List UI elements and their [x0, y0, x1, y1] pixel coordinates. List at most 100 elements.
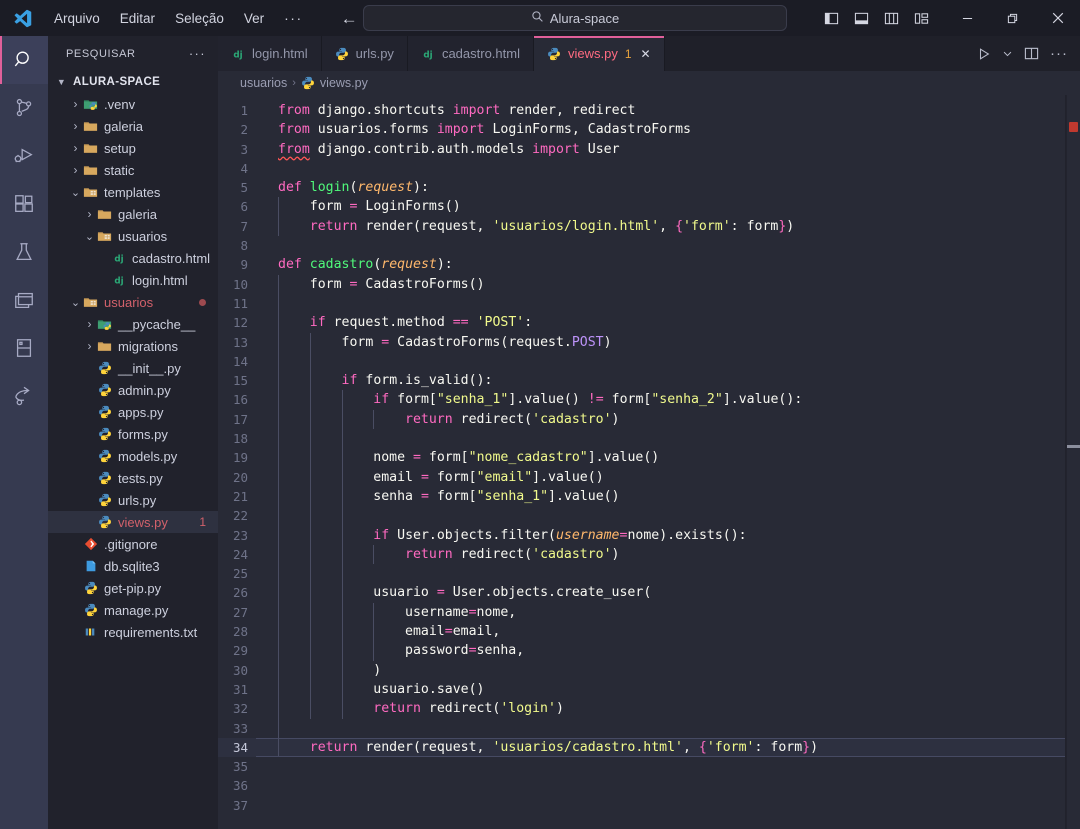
tab-urls-py[interactable]: urls.py [321, 36, 408, 71]
chevron-right-icon[interactable]: › [83, 317, 96, 331]
maximize-button[interactable] [990, 0, 1035, 36]
breadcrumb[interactable]: usuarios › views.py [218, 71, 1080, 95]
tab-views-py[interactable]: views.py 1 ✕ [533, 36, 665, 71]
chevron-down-icon[interactable]: ⌄ [83, 230, 96, 243]
code-line[interactable]: 36 [218, 776, 1080, 795]
command-center-search[interactable]: Alura-space [363, 5, 787, 31]
activity-source-control[interactable] [0, 84, 48, 132]
tree-item-migrations[interactable]: › migrations [48, 335, 218, 357]
tab-close-icon[interactable]: ✕ [641, 48, 651, 60]
chevron-right-icon[interactable]: › [83, 339, 96, 353]
file-tree[interactable]: ▼ ALURA-SPACE › .venv › galeria › setup › stati… [48, 71, 218, 829]
ellipsis-icon[interactable]: ··· [1050, 46, 1068, 61]
menu-overflow-icon[interactable]: ··· [274, 8, 313, 28]
code-line[interactable]: 15 if form.is_valid(): [218, 371, 1080, 391]
tree-item-get-pip-py[interactable]: › get-pip.py [48, 577, 218, 599]
tree-item-manage-py[interactable]: › manage.py [48, 599, 218, 621]
tree-item-templates[interactable]: ⌄ templates [48, 181, 218, 203]
tree-item-apps-py[interactable]: › apps.py [48, 401, 218, 423]
toggle-secondary-sidebar-icon[interactable] [881, 8, 901, 28]
code-line[interactable]: 32 return redirect('login') [218, 699, 1080, 719]
chevron-right-icon[interactable]: › [83, 207, 96, 221]
tree-item-views-py[interactable]: › views.py1 [48, 511, 218, 533]
activity-database[interactable] [0, 324, 48, 372]
code-line[interactable]: 18 [218, 429, 1080, 449]
back-arrow-icon[interactable]: ← [341, 10, 358, 27]
code-line[interactable]: 14 [218, 351, 1080, 372]
chevron-right-icon[interactable]: › [69, 141, 82, 155]
close-button[interactable] [1035, 0, 1080, 36]
minimize-button[interactable] [945, 0, 990, 36]
toggle-primary-sidebar-icon[interactable] [821, 8, 841, 28]
tab-bar[interactable]: dj login.html urls.py dj cadastro.html view… [218, 36, 1080, 71]
activity-testing[interactable] [0, 228, 48, 276]
code-line[interactable]: 12 if request.method == 'POST': [218, 313, 1080, 333]
code-line[interactable]: 24 return redirect('cadastro') [218, 544, 1080, 565]
code-line[interactable]: 26 usuario = User.objects.create_user( [218, 583, 1080, 603]
code-line[interactable]: 28 email=email, [218, 622, 1080, 642]
code-line[interactable]: 3 from django.contrib.auth.models import … [218, 140, 1080, 159]
code-line[interactable]: 11 [218, 293, 1080, 314]
menu-arquivo[interactable]: Arquivo [44, 7, 110, 30]
breadcrumb-usuarios[interactable]: usuarios [240, 76, 287, 90]
menu-editar[interactable]: Editar [110, 7, 165, 30]
code-editor[interactable]: 1 from django.shortcuts import render, re… [218, 95, 1080, 829]
tree-root-alura-space[interactable]: ▼ ALURA-SPACE [48, 71, 218, 93]
code-line[interactable]: 1 from django.shortcuts import render, re… [218, 101, 1080, 120]
code-line[interactable]: 27 username=nome, [218, 602, 1080, 623]
code-line[interactable]: 8 [218, 236, 1080, 255]
tree-item-static[interactable]: › static [48, 159, 218, 181]
tree-item-cadastro-html[interactable]: ›djcadastro.html [48, 247, 218, 269]
code-line[interactable]: 34 return render(request, 'usuarios/cada… [218, 737, 1080, 758]
tree-item-db-sqlite3[interactable]: ›db.sqlite3 [48, 555, 218, 577]
chevron-down-icon[interactable] [1002, 48, 1013, 59]
tree-item-galeria[interactable]: › galeria [48, 203, 218, 225]
code-line[interactable]: 10 form = CadastroForms() [218, 274, 1080, 294]
tree-item-models-py[interactable]: › models.py [48, 445, 218, 467]
code-line[interactable]: 9 def cadastro(request): [218, 255, 1080, 274]
tree-item-urls-py[interactable]: › urls.py [48, 489, 218, 511]
code-line[interactable]: 22 [218, 506, 1080, 526]
code-line[interactable]: 17 return redirect('cadastro') [218, 409, 1080, 430]
code-line[interactable]: 33 [218, 718, 1080, 738]
code-line[interactable]: 20 email = form["email"].value() [218, 467, 1080, 487]
tree-item-login-html[interactable]: ›djlogin.html [48, 269, 218, 291]
code-line[interactable]: 19 nome = form["nome_cadastro"].value() [218, 448, 1080, 468]
code-line[interactable]: 5 def login(request): [218, 178, 1080, 197]
activity-run-and-debug[interactable] [0, 132, 48, 180]
tree-item-admin-py[interactable]: › admin.py [48, 379, 218, 401]
tab-login-html[interactable]: dj login.html [218, 36, 322, 71]
tree-item--init-py[interactable]: › __init__.py [48, 357, 218, 379]
code-line[interactable]: 35 [218, 757, 1080, 776]
code-line[interactable]: 30 ) [218, 660, 1080, 680]
code-line[interactable]: 25 [218, 564, 1080, 584]
chevron-right-icon[interactable]: › [69, 163, 82, 177]
tree-item-requirements-txt[interactable]: ›requirements.txt [48, 621, 218, 643]
activity-live-share[interactable] [0, 372, 48, 420]
toggle-panel-icon[interactable] [851, 8, 871, 28]
code-line[interactable]: 13 form = CadastroForms(request.POST) [218, 332, 1080, 352]
overview-ruler[interactable] [1066, 95, 1080, 829]
menu-ver[interactable]: Ver [234, 7, 274, 30]
tree-item-forms-py[interactable]: › forms.py [48, 423, 218, 445]
code-line[interactable]: 23 if User.objects.filter(username=nome)… [218, 525, 1080, 545]
code-line[interactable]: 29 password=senha, [218, 641, 1080, 661]
chevron-down-icon[interactable]: ⌄ [69, 296, 82, 309]
tree-item--gitignore[interactable]: ›.gitignore [48, 533, 218, 555]
more-actions-icon[interactable]: ··· [189, 46, 212, 61]
activity-remote-explorer[interactable] [0, 276, 48, 324]
code-line[interactable]: 31 usuario.save() [218, 679, 1080, 700]
code-line[interactable]: 21 senha = form["senha_1"].value() [218, 486, 1080, 507]
menu-selecao[interactable]: Seleção [165, 7, 234, 30]
code-line[interactable]: 6 form = LoginForms() [218, 197, 1080, 217]
code-line[interactable]: 7 return render(request, 'usuarios/login… [218, 216, 1080, 237]
tree-item--venv[interactable]: › .venv [48, 93, 218, 115]
activity-extensions[interactable] [0, 180, 48, 228]
tree-item-usuarios[interactable]: ⌄ usuarios [48, 291, 218, 313]
code-line[interactable]: 16 if form["senha_1"].value() != form["s… [218, 390, 1080, 410]
tree-item-setup[interactable]: › setup [48, 137, 218, 159]
code-line[interactable]: 37 [218, 796, 1080, 815]
customize-layout-icon[interactable] [911, 8, 931, 28]
tree-item-tests-py[interactable]: › tests.py [48, 467, 218, 489]
tree-item-usuarios[interactable]: ⌄ usuarios [48, 225, 218, 247]
